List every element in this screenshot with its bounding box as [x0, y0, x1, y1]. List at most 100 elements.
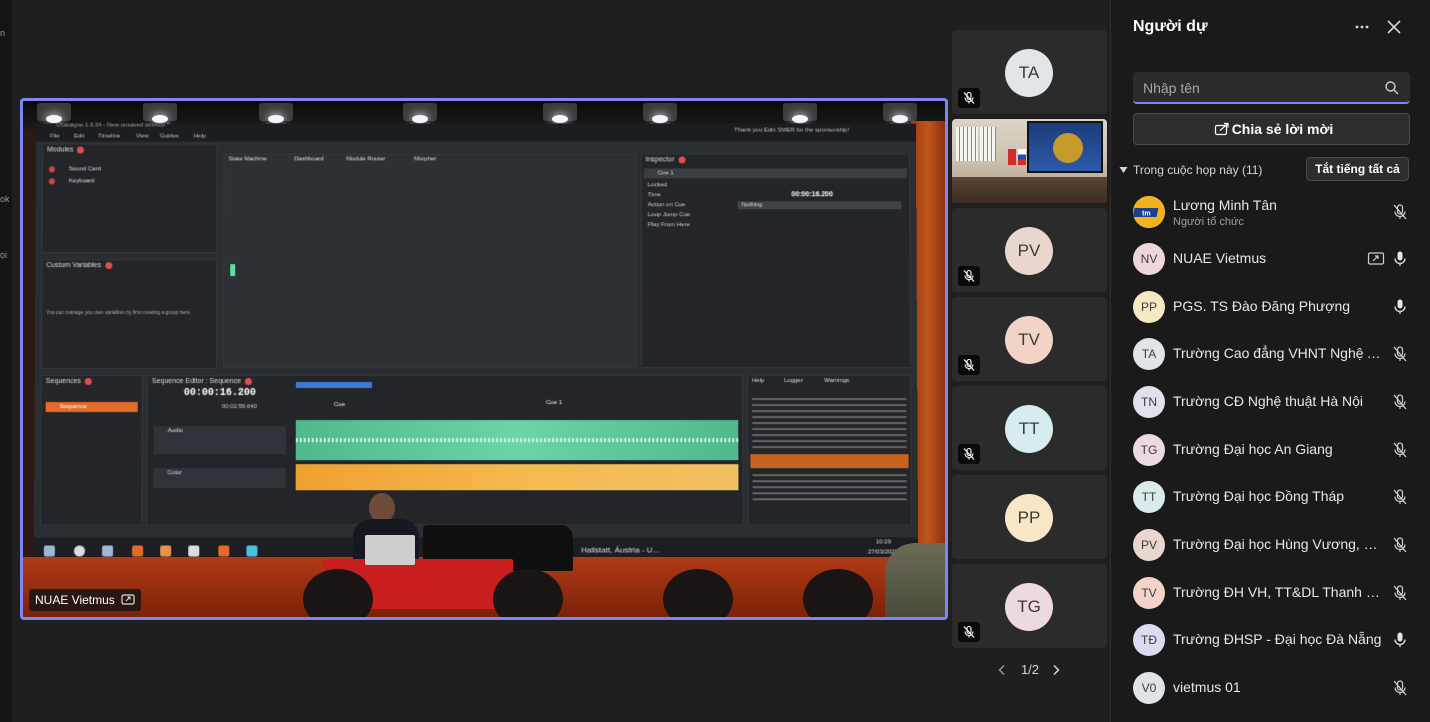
mute-all-button[interactable]: Tắt tiếng tất cả [1306, 157, 1409, 181]
mic-off-icon[interactable] [1391, 584, 1409, 602]
participant-row[interactable]: tm Lương Minh Tân Người tổ chức [1111, 189, 1430, 235]
tile-avatar: TG [1005, 583, 1053, 631]
more-options-icon[interactable] [1351, 16, 1373, 38]
mic-off-icon [963, 269, 975, 282]
projected-modules-title: Modules [47, 146, 74, 154]
mic-off-icon[interactable] [1391, 393, 1409, 411]
participant-tile[interactable]: TT [952, 386, 1107, 470]
tile-pager: 1/2 [952, 660, 1108, 680]
mic-off-icon [963, 358, 975, 371]
projected-tab: State Machine [228, 156, 267, 163]
in-meeting-section-toggle[interactable]: Trong cuộc họp này (11) [1119, 160, 1262, 180]
participant-tile-room[interactable] [952, 119, 1107, 203]
mic-icon[interactable] [1391, 631, 1409, 649]
participant-name: Trường ĐHSP - Đại học Đà Nẵng [1173, 631, 1382, 647]
projected-field: Time [647, 192, 661, 199]
participant-name: vietmus 01 [1173, 679, 1241, 695]
projected-tab: Morpher [414, 156, 437, 163]
mic-off-icon [963, 447, 975, 460]
audience-head [663, 569, 733, 617]
participant-tile[interactable]: PV [952, 208, 1107, 292]
pager-label: 1/2 [1020, 662, 1040, 677]
tile-avatar: PP [1005, 494, 1053, 542]
laptop [365, 535, 415, 565]
projected-log-warning [750, 454, 909, 469]
close-icon[interactable] [1383, 16, 1405, 38]
video-scene: Chataigne 1.9.24 - New unsaved session *… [23, 101, 945, 617]
participant-name: Trường ĐH VH, TT&DL Thanh Hóa [1173, 584, 1383, 600]
projected-color-track [295, 464, 739, 491]
room-window [980, 127, 996, 161]
flag-icon [1018, 149, 1026, 165]
participant-tile[interactable]: PP [952, 475, 1107, 559]
projected-log-tab: Logger [784, 378, 803, 385]
participant-avatar: PP [1133, 291, 1165, 323]
projected-menu-item: Edit [74, 133, 85, 140]
mic-off-icon[interactable] [1391, 488, 1409, 506]
projected-logger: Help Logger Warnings [747, 375, 912, 526]
search-icon[interactable] [1384, 80, 1400, 96]
participant-row[interactable]: TV Trường ĐH VH, TT&DL Thanh Hóa [1111, 570, 1430, 616]
participant-row[interactable]: TT Trường Đại học Đồng Tháp [1111, 474, 1430, 520]
projected-audio-track [295, 420, 739, 461]
rail-label[interactable]: n [0, 28, 12, 38]
participant-avatar: TA [1133, 338, 1165, 370]
projected-sequences-title: Sequences [45, 378, 81, 386]
participant-name: PGS. TS Đào Đăng Phượng [1173, 298, 1351, 314]
mic-off-icon[interactable] [1391, 441, 1409, 459]
search-input[interactable] [1143, 78, 1373, 98]
projected-taskbar-location: Hallstatt, Áustria - U... [581, 545, 660, 555]
flag-icon [1008, 149, 1016, 165]
main-video-feed[interactable]: Chataigne 1.9.24 - New unsaved session *… [20, 98, 948, 620]
section-label: Trong cuộc họp này (11) [1133, 163, 1263, 177]
projected-layer: Color [153, 468, 286, 489]
rail-label[interactable]: ọi [0, 250, 12, 260]
video-caption-name: NUAE Vietmus [35, 593, 115, 607]
participant-name: Lương Minh Tân [1173, 197, 1277, 213]
participant-avatar: PV [1133, 529, 1165, 561]
projected-modules-panel: Modules Sound Card Keyboard [41, 143, 218, 254]
close-dot-icon [105, 262, 113, 270]
participant-avatar: TT [1133, 481, 1165, 513]
mic-icon[interactable] [1391, 298, 1409, 316]
participant-row[interactable]: TĐ Trường ĐHSP - Đại học Đà Nẵng [1111, 617, 1430, 663]
mic-off-icon[interactable] [1391, 679, 1409, 697]
mic-off-icon[interactable] [1391, 345, 1409, 363]
stage-light [259, 103, 293, 123]
mic-off-icon [963, 625, 975, 638]
close-dot-icon [84, 378, 92, 386]
participant-role: Người tổ chức [1173, 216, 1244, 228]
participant-row[interactable]: NV NUAE Vietmus [1111, 236, 1430, 282]
participant-tile-strip: TA PV TV TT PP TG [952, 30, 1108, 650]
mic-off-icon[interactable] [1391, 536, 1409, 554]
chevron-left-icon[interactable] [996, 664, 1008, 676]
projected-timecode: 00:00:16.200 [183, 388, 256, 400]
share-invite-button[interactable]: Chia sẻ lời mời [1133, 113, 1410, 145]
participant-row[interactable]: TG Trường Đại học An Giang [1111, 427, 1430, 473]
status-dot-icon [48, 166, 55, 173]
projected-field: Play From Here [647, 222, 690, 229]
stage-light [783, 103, 817, 123]
projected-tab: Module Router [346, 156, 386, 163]
mic-icon[interactable] [1391, 250, 1409, 268]
participant-row[interactable]: PP PGS. TS Đào Đăng Phượng [1111, 284, 1430, 330]
stage-light [37, 103, 71, 123]
participant-tile[interactable]: TV [952, 297, 1107, 381]
participant-name: Trường Đại học An Giang [1173, 441, 1333, 457]
projected-field: Locked [647, 182, 667, 189]
participant-tile[interactable]: TG [952, 564, 1107, 648]
rail-label[interactable]: ok [0, 194, 12, 204]
caret-down-icon [1119, 167, 1128, 173]
participant-row[interactable]: PV Trường Đại học Hùng Vương, Ph... [1111, 522, 1430, 568]
projected-field: Loop Jump Cue [647, 212, 691, 219]
projected-inspector-cue: Cue 1 [643, 168, 908, 179]
projected-layer: Audio [153, 426, 286, 455]
tile-mute-badge [958, 355, 980, 375]
participant-tile[interactable]: TA [952, 30, 1107, 114]
participant-avatar: V0 [1133, 672, 1165, 704]
chevron-right-icon[interactable] [1050, 664, 1062, 676]
participant-row[interactable]: TA Trường Cao đẳng VHNT Nghệ An [1111, 331, 1430, 377]
mic-off-icon[interactable] [1391, 203, 1409, 221]
participant-row[interactable]: V0 vietmus 01 [1111, 665, 1430, 711]
participant-row[interactable]: TN Trường CĐ Nghệ thuật Hà Nội [1111, 379, 1430, 425]
